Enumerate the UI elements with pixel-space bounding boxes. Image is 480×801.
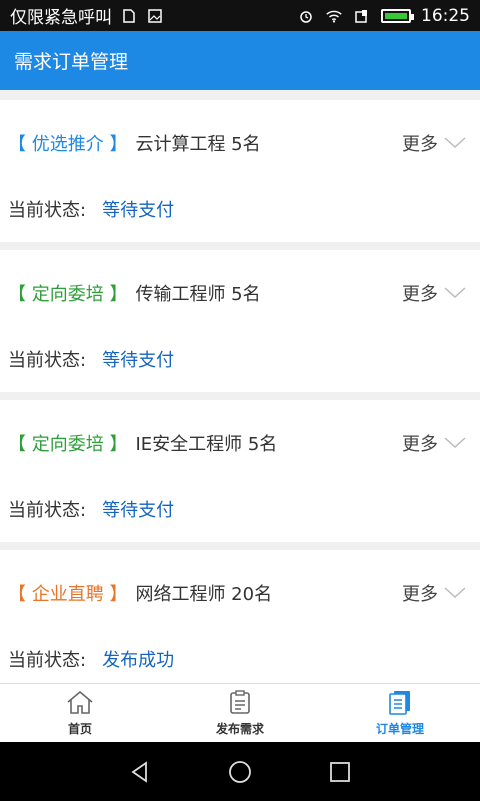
more-button[interactable]: 更多: [402, 280, 466, 306]
status-value: 等待支付: [102, 200, 175, 221]
app-header: 需求订单管理: [0, 31, 480, 90]
page-title: 需求订单管理: [14, 51, 129, 73]
order-title: 云计算工程 5名: [135, 134, 261, 155]
status-label: 当前状态:: [8, 350, 87, 371]
order-card[interactable]: 【 定向委培 】 传输工程师 5名 更多 当前状态: 等待支付: [0, 250, 480, 392]
more-label: 更多: [402, 584, 438, 605]
status-label: 当前状态:: [8, 650, 87, 671]
more-label: 更多: [402, 134, 438, 155]
order-tag: 【 定向委培 】: [8, 434, 128, 455]
image-icon: [146, 7, 164, 25]
chevron-down-icon: [444, 283, 466, 304]
bottom-tab-bar: 首页 发布需求 订单管理: [0, 683, 480, 742]
system-nav-bar: [0, 742, 480, 801]
chevron-down-icon: [444, 133, 466, 154]
order-list: 【 优选推介 】 云计算工程 5名 更多 当前状态: 等待支付 【 定向委培 】…: [0, 90, 480, 683]
tab-label: 订单管理: [375, 722, 424, 736]
order-card[interactable]: 【 企业直聘 】 网络工程师 20名 更多 当前状态: 发布成功: [0, 550, 480, 683]
tab-order-management[interactable]: 订单管理: [320, 684, 480, 742]
home-icon: [65, 689, 95, 718]
sim-icon: [120, 7, 138, 25]
wifi-icon: [325, 7, 343, 25]
order-tag: 【 企业直聘 】: [8, 584, 128, 605]
battery-icon: [381, 8, 414, 23]
emergency-calls-text: 仅限紧急呼叫: [10, 8, 112, 28]
order-list-icon: [387, 689, 413, 718]
more-button[interactable]: 更多: [402, 130, 466, 156]
status-label: 当前状态:: [8, 500, 87, 521]
recents-icon[interactable]: [325, 757, 355, 787]
chevron-down-icon: [444, 583, 466, 604]
signal-icon: [353, 7, 371, 25]
more-label: 更多: [402, 434, 438, 455]
order-title: 网络工程师 20名: [135, 584, 273, 605]
more-button[interactable]: 更多: [402, 580, 466, 606]
order-card[interactable]: 【 优选推介 】 云计算工程 5名 更多 当前状态: 等待支付: [0, 100, 480, 242]
tab-home[interactable]: 首页: [0, 684, 160, 742]
more-label: 更多: [402, 284, 438, 305]
status-label: 当前状态:: [8, 200, 87, 221]
alarm-icon: [297, 7, 315, 25]
status-bar: 仅限紧急呼叫 16:25: [0, 0, 480, 31]
order-title: 传输工程师 5名: [135, 284, 261, 305]
clipboard-icon: [227, 689, 253, 718]
order-tag: 【 优选推介 】: [8, 134, 128, 155]
chevron-down-icon: [444, 433, 466, 454]
order-tag: 【 定向委培 】: [8, 284, 128, 305]
more-button[interactable]: 更多: [402, 430, 466, 456]
order-card[interactable]: 【 定向委培 】 IE安全工程师 5名 更多 当前状态: 等待支付: [0, 400, 480, 542]
home-circle-icon[interactable]: [225, 757, 255, 787]
back-icon[interactable]: [125, 757, 155, 787]
status-value: 等待支付: [102, 350, 175, 371]
order-title: IE安全工程师 5名: [135, 434, 278, 455]
tab-publish-demand[interactable]: 发布需求: [160, 684, 320, 742]
clock: 16:25: [421, 5, 470, 26]
tab-label: 首页: [67, 722, 92, 736]
status-value: 等待支付: [102, 500, 175, 521]
tab-label: 发布需求: [215, 722, 264, 736]
status-value: 发布成功: [102, 650, 175, 671]
